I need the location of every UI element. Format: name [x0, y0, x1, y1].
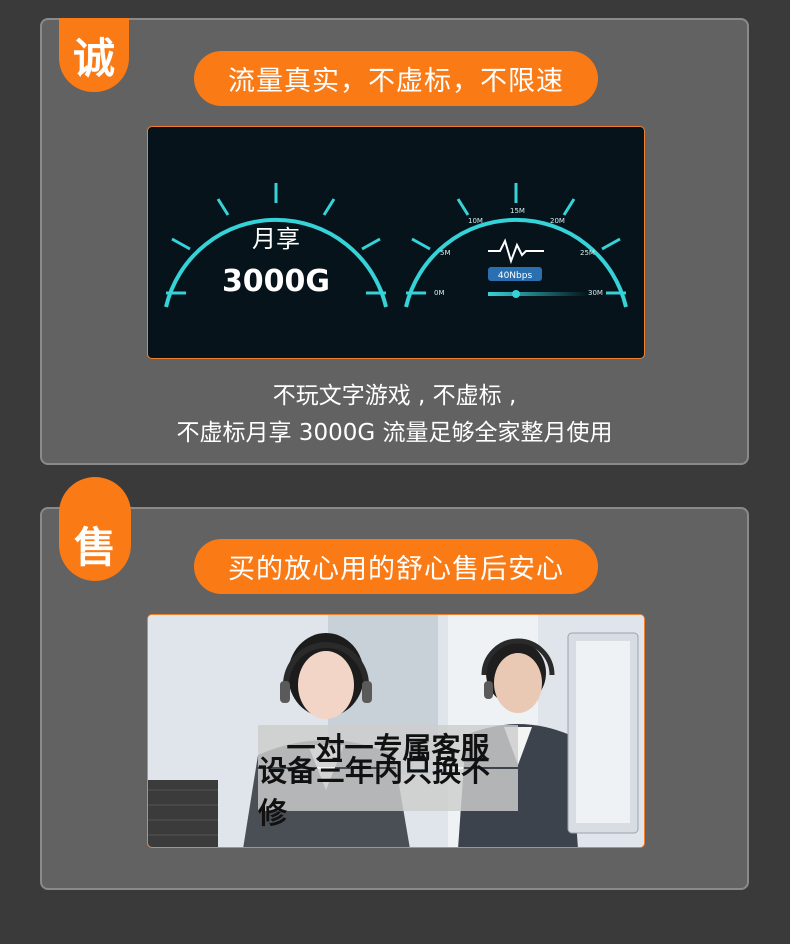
- caption-line: 不玩文字游戏 , 不虚标 ,: [272, 383, 517, 409]
- section-headline: 买的放心用的舒心售后安心: [194, 539, 598, 594]
- tick-label: 10M: [468, 217, 483, 225]
- speedometer-graphic: 月享 3000G 0M 5M 10M 15M 20M 25M 30M 40Nbp…: [164, 183, 628, 308]
- section-headline: 流量真实，不虚标，不限速: [194, 51, 598, 106]
- caption-line: 不虚标月享 3000G 流量足够全家整月使用: [176, 420, 613, 446]
- tick-label: 15M: [510, 207, 525, 215]
- gauge-label-line1: 月享: [252, 225, 300, 253]
- customer-service-photo: 一对一专属客服 设备三年内只换不修: [147, 614, 645, 848]
- after-sales-card: 售 买的放心用的舒心售后安心 一对一专属客服 设备三年内只换不: [40, 477, 749, 890]
- speed-readout: 40Nbps: [498, 271, 533, 281]
- tick-label: 30M: [588, 289, 603, 297]
- tick-label: 0M: [434, 289, 445, 297]
- tick-label: 25M: [580, 249, 595, 257]
- tick-label: 5M: [440, 249, 451, 257]
- speed-gauge-image: 月享 3000G 0M 5M 10M 15M 20M 25M 30M 40Nbp…: [147, 126, 645, 359]
- tick-label: 20M: [550, 217, 565, 225]
- gauge-label-line2: 3000G: [222, 264, 330, 299]
- section-badge: 诚: [59, 18, 129, 92]
- service-overlay-line: 设备三年内只换不修: [258, 754, 518, 830]
- section-badge: 售: [59, 477, 131, 581]
- authenticity-card: 诚 流量真实，不虚标，不限速 月享 3000G 0M 5M 10M 15M 20…: [40, 18, 749, 465]
- heartbeat-icon: [488, 238, 544, 265]
